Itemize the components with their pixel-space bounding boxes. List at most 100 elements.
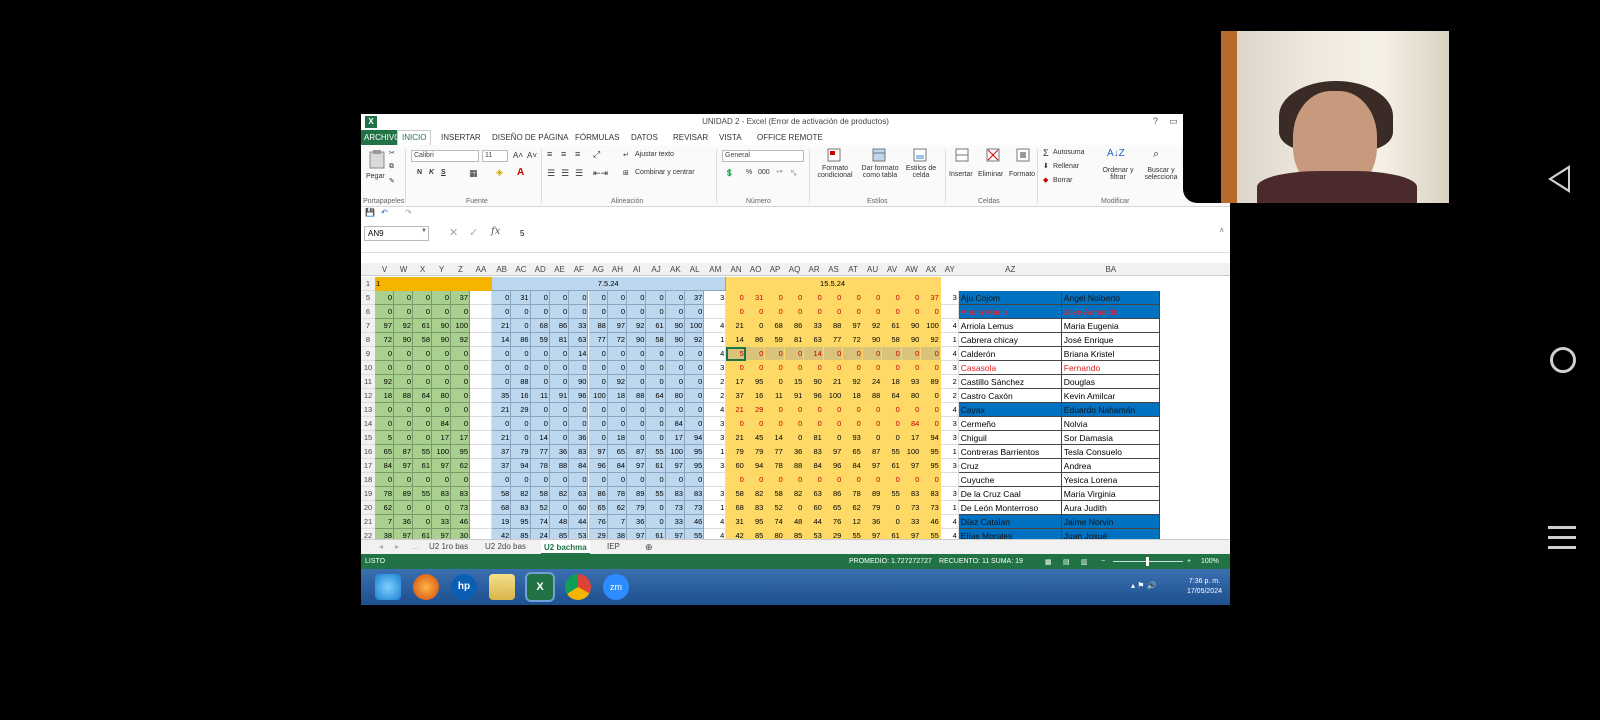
grade-cell[interactable]: 0 (901, 291, 922, 305)
grade-cell[interactable]: 0 (685, 347, 705, 361)
grade-cell[interactable]: 0 (607, 291, 628, 305)
grade-cell[interactable]: 85 (784, 529, 805, 539)
grade-cell[interactable]: 0 (765, 473, 785, 487)
grade-cell[interactable]: 0 (413, 417, 432, 431)
grade-cell[interactable]: 37 (451, 291, 470, 305)
grade-cell[interactable]: 0 (413, 361, 432, 375)
grade-cell[interactable]: 73 (451, 501, 470, 515)
grade-cell[interactable]: 79 (745, 445, 766, 459)
grade-cell[interactable]: 21 (492, 403, 512, 417)
grade-cell[interactable]: 96 (823, 459, 844, 473)
grade-cell[interactable]: 17 (665, 431, 685, 445)
grade-cell[interactable]: 21 (492, 319, 512, 333)
grade-cell[interactable]: 88 (394, 389, 413, 403)
group-cell[interactable]: 2 (704, 375, 727, 389)
grade-cell[interactable]: 58 (882, 333, 902, 347)
conditional-format-icon[interactable] (827, 148, 841, 162)
grade-cell[interactable]: 61 (882, 319, 902, 333)
grade-cell[interactable]: 18 (375, 389, 394, 403)
grade-cell[interactable]: 0 (646, 431, 666, 445)
redo-icon[interactable]: ↷ (405, 208, 412, 217)
grade-cell[interactable]: 55 (646, 445, 666, 459)
grade-cell[interactable]: 0 (765, 347, 785, 361)
grade-cell[interactable]: 14 (492, 333, 512, 347)
grade-cell[interactable]: 0 (823, 305, 844, 319)
grade-cell[interactable]: 60 (726, 459, 746, 473)
last-name-cell[interactable]: Cermeño (958, 417, 1062, 431)
grade-cell[interactable]: 0 (413, 305, 432, 319)
grade-cell[interactable]: 82 (511, 487, 531, 501)
grade-cell[interactable]: 0 (665, 375, 685, 389)
last-name-cell[interactable]: Chiguil (958, 431, 1062, 445)
grade-cell[interactable]: 53 (804, 529, 824, 539)
back-icon[interactable] (1548, 165, 1570, 193)
fill-color-icon[interactable]: ◈ (496, 167, 503, 178)
grow-font-icon[interactable]: A˄ (513, 151, 523, 160)
grade-cell[interactable]: 90 (432, 333, 451, 347)
grade-cell[interactable]: 0 (921, 347, 941, 361)
grade-cell[interactable]: 0 (451, 473, 470, 487)
column-header[interactable]: AC (511, 263, 530, 276)
grade-cell[interactable]: 21 (726, 319, 746, 333)
first-name-cell[interactable]: Yesica Lorena (1061, 473, 1160, 487)
column-header[interactable]: AY (941, 263, 959, 276)
grade-cell[interactable]: 33 (804, 319, 824, 333)
align-middle-icon[interactable]: ≡ (561, 149, 566, 159)
grade-cell[interactable]: 78 (765, 459, 785, 473)
grade-cell[interactable]: 90 (901, 319, 922, 333)
grade-cell[interactable]: 46 (451, 515, 470, 529)
restore-button[interactable]: ▭ (1169, 116, 1178, 127)
grade-cell[interactable]: 95 (511, 515, 531, 529)
grade-cell[interactable]: 0 (394, 501, 413, 515)
grade-cell[interactable]: 0 (607, 473, 628, 487)
grade-cell[interactable]: 0 (394, 375, 413, 389)
name-box-dropdown-icon[interactable]: ▼ (421, 228, 427, 234)
group-cell[interactable]: 4 (940, 347, 959, 361)
row-header[interactable]: 15 (361, 431, 375, 445)
grade-cell[interactable]: 0 (843, 473, 863, 487)
last-name-cell[interactable]: Arriola Lemus (958, 319, 1062, 333)
bold-button[interactable]: N (417, 169, 422, 176)
column-header[interactable]: Y (432, 263, 451, 276)
grade-cell[interactable]: 0 (665, 473, 685, 487)
grade-cell[interactable]: 0 (588, 375, 608, 389)
grade-cell[interactable]: 81 (804, 431, 824, 445)
first-name-cell[interactable]: José Enrique (1061, 333, 1160, 347)
grade-cell[interactable]: 0 (882, 515, 902, 529)
grade-cell[interactable]: 18 (607, 431, 628, 445)
grade-cell[interactable]: 80 (665, 389, 685, 403)
grade-cell[interactable]: 78 (375, 487, 394, 501)
grade-cell[interactable]: 21 (726, 403, 746, 417)
insert-function-button[interactable]: fx (491, 226, 500, 237)
grade-cell[interactable]: 0 (921, 473, 941, 487)
format-cells-button[interactable]: Formato (1009, 171, 1035, 178)
row-header[interactable]: 20 (361, 501, 375, 515)
grade-cell[interactable]: 83 (921, 487, 941, 501)
grade-cell[interactable]: 0 (665, 403, 685, 417)
grade-cell[interactable]: 83 (745, 501, 766, 515)
first-name-cell[interactable]: Fernando (1061, 361, 1160, 375)
grade-cell[interactable]: 72 (607, 333, 628, 347)
grade-cell[interactable]: 0 (882, 361, 902, 375)
grade-cell[interactable]: 0 (413, 473, 432, 487)
grade-cell[interactable]: 63 (804, 487, 824, 501)
grade-cell[interactable]: 61 (413, 319, 432, 333)
number-format-select[interactable]: General (722, 150, 804, 162)
grade-cell[interactable]: 0 (784, 403, 805, 417)
last-name-cell[interactable]: Casasola (958, 361, 1062, 375)
grade-cell[interactable]: 95 (921, 459, 941, 473)
grade-cell[interactable]: 76 (588, 515, 608, 529)
grade-cell[interactable]: 0 (862, 305, 883, 319)
group-cell[interactable]: 3 (940, 487, 959, 501)
grade-cell[interactable]: 0 (375, 291, 394, 305)
grade-cell[interactable]: 97 (901, 529, 922, 539)
grade-cell[interactable]: 94 (921, 431, 941, 445)
grade-cell[interactable]: 0 (646, 291, 666, 305)
grade-cell[interactable]: 92 (685, 333, 705, 347)
empty-cell[interactable] (470, 361, 492, 375)
tab-formulas[interactable]: FÓRMULAS (575, 133, 619, 142)
format-cells-icon[interactable] (1016, 148, 1030, 162)
grade-cell[interactable]: 0 (765, 305, 785, 319)
grade-cell[interactable]: 18 (843, 389, 863, 403)
grade-cell[interactable]: 0 (607, 417, 628, 431)
